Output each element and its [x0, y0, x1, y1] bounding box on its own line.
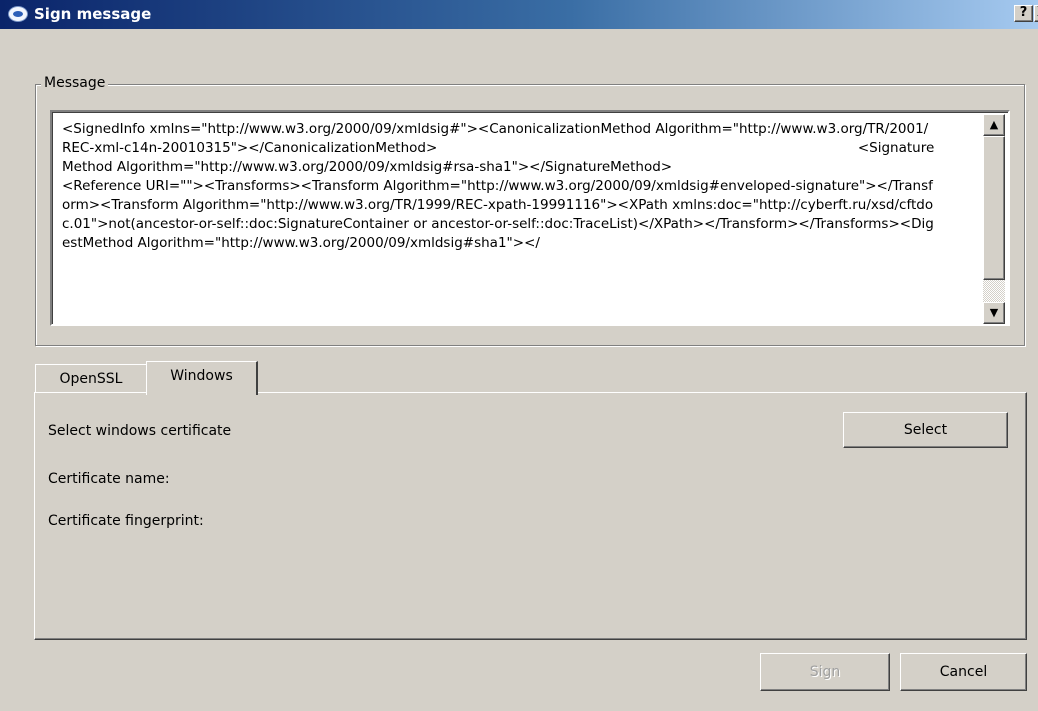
message-textarea[interactable]: <SignedInfo xmlns="http://www.w3.org/200… — [50, 110, 1010, 326]
arrow-up-icon: ▲ — [989, 118, 999, 131]
select-certificate-button[interactable]: Select — [843, 412, 1008, 448]
scroll-thumb[interactable] — [983, 136, 1005, 280]
scroll-down-button[interactable]: ▼ — [983, 302, 1005, 324]
help-button[interactable]: ? — [1014, 5, 1033, 22]
tab-windows[interactable]: Windows — [146, 361, 258, 395]
app-icon — [8, 6, 28, 22]
window-title: Sign message — [34, 5, 152, 23]
cancel-button[interactable]: Cancel — [900, 653, 1027, 691]
select-certificate-label: Select windows certificate — [48, 423, 232, 439]
message-text[interactable]: <SignedInfo xmlns="http://www.w3.org/200… — [62, 120, 937, 324]
title-bar[interactable]: Sign message ? X — [0, 0, 1038, 29]
tab-openssl[interactable]: OpenSSL — [35, 364, 147, 393]
message-group-label: Message — [41, 75, 109, 91]
message-scrollbar[interactable]: ▲ ▼ — [983, 114, 1005, 324]
arrow-down-icon: ▼ — [989, 306, 999, 319]
sign-button[interactable]: Sign — [760, 653, 890, 691]
close-button[interactable]: X — [1034, 5, 1038, 22]
scroll-up-button[interactable]: ▲ — [983, 114, 1005, 136]
certificate-fingerprint-label: Certificate fingerprint: — [48, 513, 204, 529]
certificate-name-label: Certificate name: — [48, 471, 170, 487]
